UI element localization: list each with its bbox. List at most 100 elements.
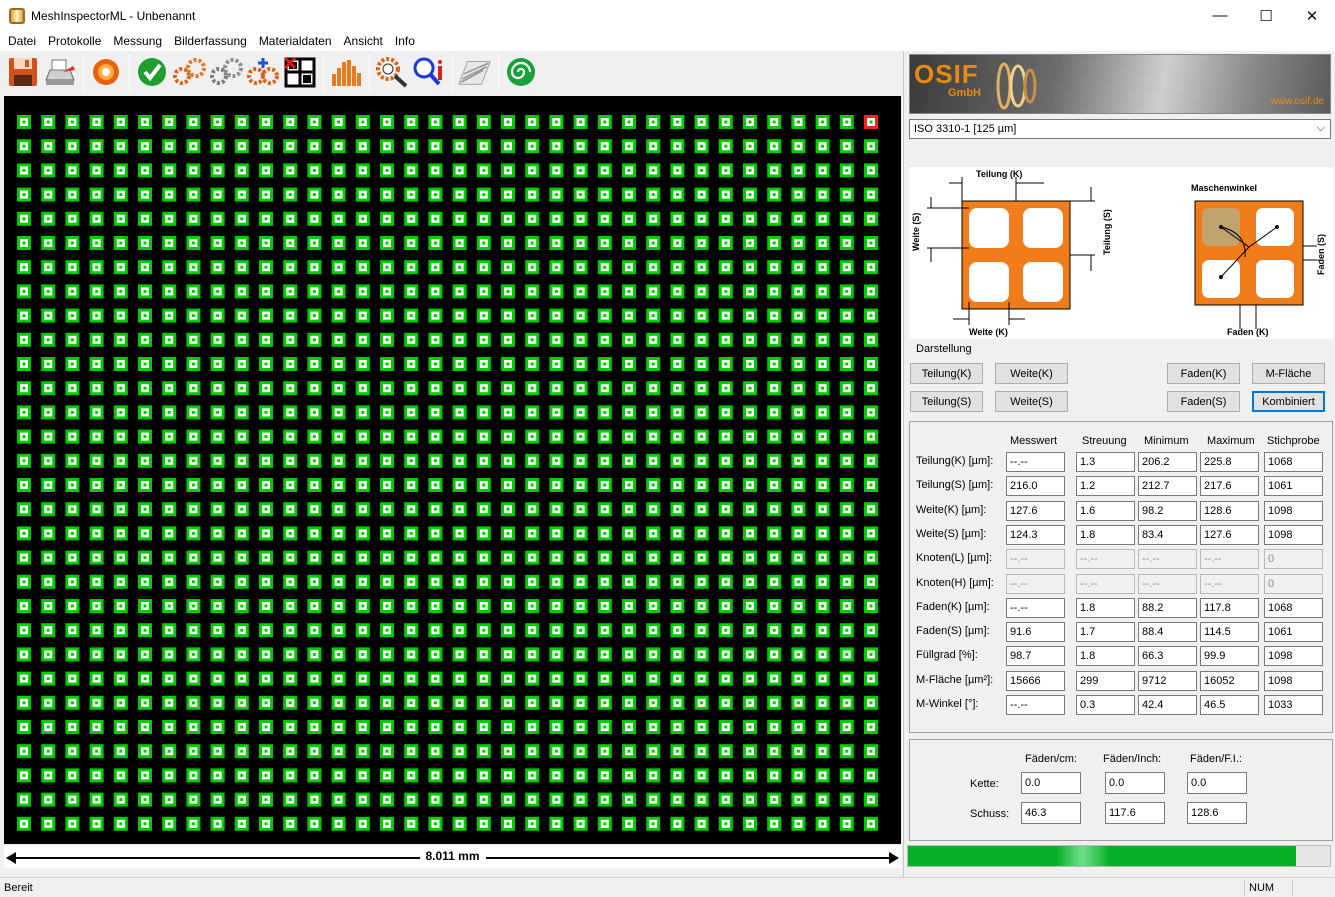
mesh-cell-center	[482, 217, 486, 221]
stats-cell[interactable]: 1098	[1264, 524, 1323, 545]
stats-cell[interactable]: --.--	[1006, 573, 1065, 594]
stats-cell[interactable]: 1.8	[1076, 524, 1135, 545]
stats-cell[interactable]: 1098	[1264, 500, 1323, 521]
stats-cell[interactable]: 124.3	[1006, 524, 1065, 545]
stats-cell[interactable]: --.--	[1200, 549, 1259, 570]
stats-cell[interactable]: 216.0	[1006, 476, 1065, 497]
stats-cell[interactable]: 15666	[1006, 670, 1065, 691]
spiral-icon[interactable]	[503, 55, 538, 90]
stats-cell[interactable]: 83.4	[1138, 524, 1197, 545]
stats-cell[interactable]: --.--	[1076, 573, 1135, 594]
mesh-cell-center	[458, 798, 462, 802]
stats-cell[interactable]: 98.7	[1006, 646, 1065, 667]
stats-cell[interactable]: 127.6	[1200, 524, 1259, 545]
stats-cell[interactable]: 1.3	[1076, 452, 1135, 472]
close-button[interactable]: ✕	[1289, 0, 1335, 31]
stats-cell[interactable]: --.--	[1138, 549, 1197, 570]
schuss-per-cm[interactable]: 46.3	[1021, 802, 1081, 824]
stats-cell[interactable]: 212.7	[1138, 476, 1197, 497]
stats-cell[interactable]: 1068	[1264, 452, 1323, 472]
check-icon[interactable]	[134, 55, 169, 90]
faden-k-button[interactable]: Faden(K)	[1167, 363, 1240, 384]
gear-multi-icon[interactable]	[245, 55, 280, 90]
stats-cell[interactable]: 91.6	[1006, 622, 1065, 643]
stats-cell[interactable]: 114.5	[1200, 622, 1259, 643]
kette-per-fi[interactable]: 0.0	[1187, 772, 1247, 794]
stats-cell[interactable]: 1098	[1264, 646, 1323, 667]
stats-cell[interactable]: 0	[1264, 549, 1323, 570]
search-settings-icon[interactable]	[374, 55, 409, 90]
standard-select[interactable]: ISO 3310-1 [125 µm] ⌵	[909, 119, 1331, 139]
stats-cell[interactable]: --.--	[1006, 597, 1065, 618]
menu-datei[interactable]: Datei	[2, 31, 42, 51]
stats-cell[interactable]: 1.8	[1076, 597, 1135, 618]
mesh-cell-center	[869, 798, 873, 802]
m-flaeche-button[interactable]: M-Fläche	[1252, 363, 1325, 384]
minimize-button[interactable]: —	[1197, 0, 1243, 31]
stats-cell[interactable]: --.--	[1006, 452, 1065, 472]
stats-cell[interactable]: 1061	[1264, 476, 1323, 497]
stats-cell[interactable]: 42.4	[1138, 695, 1197, 715]
stats-cell[interactable]: 66.3	[1138, 646, 1197, 667]
stats-cell[interactable]: --.--	[1138, 573, 1197, 594]
stats-cell[interactable]: 88.4	[1138, 622, 1197, 643]
stats-cell[interactable]: 1.6	[1076, 500, 1135, 521]
schuss-per-inch[interactable]: 117.6	[1105, 802, 1165, 824]
stats-cell[interactable]: 1.7	[1076, 622, 1135, 643]
menu-ansicht[interactable]: Ansicht	[338, 31, 389, 51]
faden-s-button[interactable]: Faden(S)	[1167, 391, 1240, 412]
gear-orange-icon[interactable]	[171, 55, 206, 90]
zoom-info-icon[interactable]	[411, 55, 446, 90]
kette-per-cm[interactable]: 0.0	[1021, 772, 1081, 794]
gear-gray-icon[interactable]	[208, 55, 243, 90]
mesh-cell-center	[579, 120, 583, 124]
stats-cell[interactable]: 99.9	[1200, 646, 1259, 667]
histogram-icon[interactable]	[328, 55, 363, 90]
stats-cell[interactable]: 9712	[1138, 670, 1197, 691]
stats-cell[interactable]: 1.8	[1076, 646, 1135, 667]
kombiniert-button[interactable]: Kombiniert	[1252, 391, 1325, 412]
stats-cell[interactable]: 117.8	[1200, 597, 1259, 618]
stats-cell[interactable]: 16052	[1200, 670, 1259, 691]
mesh-cell-center	[651, 338, 655, 342]
menu-info[interactable]: Info	[389, 31, 421, 51]
mesh-view-icon[interactable]	[457, 55, 492, 90]
stats-cell[interactable]: 1.2	[1076, 476, 1135, 497]
stats-cell[interactable]: 299	[1076, 670, 1135, 691]
stats-cell[interactable]: 225.8	[1200, 452, 1259, 472]
stats-cell[interactable]: 1061	[1264, 622, 1323, 643]
mesh-image-viewport[interactable]	[4, 96, 901, 844]
stats-cell[interactable]: 98.2	[1138, 500, 1197, 521]
schuss-per-fi[interactable]: 128.6	[1187, 802, 1247, 824]
stats-cell[interactable]: 0.3	[1076, 695, 1135, 715]
maximize-button[interactable]: ☐	[1243, 0, 1289, 31]
grid-mark-icon[interactable]	[282, 55, 317, 90]
kette-per-inch[interactable]: 0.0	[1105, 772, 1165, 794]
print-icon[interactable]	[42, 55, 77, 90]
weite-k-button[interactable]: Weite(K)	[995, 363, 1068, 384]
stats-cell[interactable]: --.--	[1200, 573, 1259, 594]
menu-materialdaten[interactable]: Materialdaten	[253, 31, 338, 51]
teilung-k-button[interactable]: Teilung(K)	[910, 363, 983, 384]
stats-cell[interactable]: 128.6	[1200, 500, 1259, 521]
capture-icon[interactable]	[88, 55, 123, 90]
stats-cell[interactable]: 127.6	[1006, 500, 1065, 521]
mesh-cell-center	[554, 725, 558, 729]
stats-cell[interactable]: --.--	[1006, 695, 1065, 715]
stats-cell[interactable]: 46.5	[1200, 695, 1259, 715]
stats-cell[interactable]: 1068	[1264, 597, 1323, 618]
stats-cell[interactable]: --.--	[1076, 549, 1135, 570]
menu-protokolle[interactable]: Protokolle	[42, 31, 107, 51]
stats-cell[interactable]: --.--	[1006, 549, 1065, 570]
stats-cell[interactable]: 217.6	[1200, 476, 1259, 497]
stats-cell[interactable]: 206.2	[1138, 452, 1197, 472]
stats-cell[interactable]: 88.2	[1138, 597, 1197, 618]
weite-s-button[interactable]: Weite(S)	[995, 391, 1068, 412]
teilung-s-button[interactable]: Teilung(S)	[910, 391, 983, 412]
stats-cell[interactable]: 1033	[1264, 695, 1323, 715]
menu-messung[interactable]: Messung	[107, 31, 168, 51]
stats-cell[interactable]: 0	[1264, 573, 1323, 594]
menu-bilderfassung[interactable]: Bilderfassung	[168, 31, 253, 51]
save-icon[interactable]	[5, 55, 40, 90]
stats-cell[interactable]: 1098	[1264, 670, 1323, 691]
